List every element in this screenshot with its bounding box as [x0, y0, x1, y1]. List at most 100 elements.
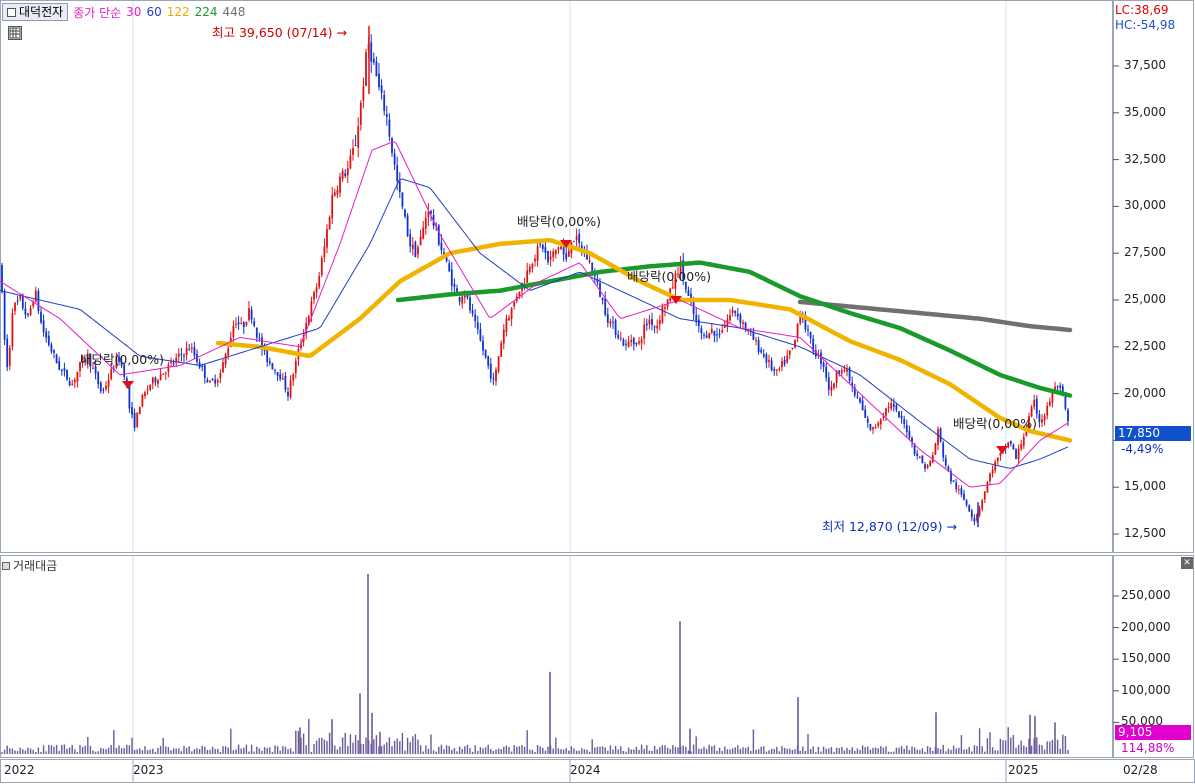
candle-body: [1007, 442, 1010, 448]
candle-body: [957, 489, 960, 491]
candle-body: [968, 505, 971, 512]
table-view-icon[interactable]: [8, 26, 22, 40]
candle-body: [248, 308, 250, 320]
candle-body: [289, 380, 292, 398]
ma-30-label[interactable]: 30: [126, 5, 141, 19]
candle-body: [1035, 398, 1038, 414]
candle-body: [237, 322, 240, 325]
candle-body: [411, 244, 414, 250]
candle-body: [201, 365, 204, 367]
candle-body: [744, 322, 747, 330]
candle-body: [729, 315, 731, 321]
candle-body: [417, 247, 419, 255]
candle-body: [63, 368, 66, 371]
candle-body: [554, 249, 557, 255]
candle-body: [1038, 414, 1041, 423]
candle-body: [99, 382, 102, 392]
close-icon[interactable]: ✕: [1181, 557, 1193, 569]
ex-dividend-note-2: 배당락(0,00%): [517, 214, 601, 229]
candle-body: [172, 362, 175, 364]
candle-body: [544, 247, 547, 253]
x-label-2024: 2024: [570, 763, 601, 777]
candle-body: [664, 307, 666, 309]
stock-selector[interactable]: 대덕전자: [2, 3, 69, 21]
candle-body: [461, 296, 464, 304]
candle-body: [3, 290, 6, 340]
candle-body: [856, 396, 859, 398]
candle-body: [110, 368, 113, 380]
candle-body: [154, 377, 157, 383]
candle-body: [627, 341, 630, 347]
candle-body: [885, 408, 887, 416]
ma-122-label[interactable]: 122: [167, 5, 190, 19]
volume-tick-label: 200,000: [1121, 619, 1171, 634]
ex-dividend-note-1: 배당락(0,00%): [80, 352, 164, 367]
candle-body: [190, 347, 193, 349]
candle-body: [34, 290, 37, 302]
candle-body: [141, 394, 144, 407]
candle-body: [157, 380, 159, 384]
price-tick-label: 35,000: [1124, 104, 1166, 119]
candle-body: [606, 314, 609, 323]
candle-body: [53, 350, 55, 353]
candle-body: [495, 369, 497, 382]
candle-body: [469, 297, 471, 311]
candle-body: [372, 59, 375, 63]
candle-body: [250, 309, 253, 320]
candle-body: [102, 389, 105, 391]
candle-body: [240, 323, 243, 325]
candle-body: [274, 369, 276, 371]
candle-body: [284, 375, 287, 390]
candle-body: [703, 334, 705, 336]
volume-value-tag: 9,105: [1115, 725, 1191, 740]
candle-body: [318, 276, 321, 288]
candle-body: [770, 360, 773, 371]
candle-body: [892, 403, 895, 407]
ma-224-label[interactable]: 224: [195, 5, 218, 19]
candle-body: [224, 354, 227, 365]
candle-body: [489, 363, 492, 379]
candle-body: [710, 329, 713, 333]
candle-body: [479, 329, 482, 341]
candle-body: [1046, 405, 1049, 416]
candle-body: [271, 363, 274, 370]
candle-body: [393, 153, 396, 165]
candle-body: [601, 297, 604, 301]
candle-body: [903, 419, 906, 424]
candle-body: [440, 242, 443, 251]
candle-body: [253, 321, 256, 326]
candle-body: [19, 296, 22, 299]
candle-body: [216, 380, 219, 383]
candle-body: [133, 412, 136, 428]
candle-body: [474, 314, 477, 322]
candle-body: [380, 85, 383, 93]
candle-body: [929, 460, 932, 467]
stock-menu-icon: [7, 7, 16, 17]
candle-body: [895, 405, 898, 410]
candle-body: [731, 309, 734, 313]
candle-body: [8, 347, 11, 366]
candle-body: [825, 366, 828, 378]
candle-body: [375, 61, 378, 77]
candle-body: [1048, 401, 1051, 406]
candle-body: [349, 155, 352, 169]
stock-chart[interactable]: [0, 0, 1195, 784]
candle-body: [180, 354, 183, 356]
volume-menu-icon[interactable]: [2, 561, 10, 570]
chart-legend: 대덕전자 종가 단순 30 60 122 224 448: [2, 3, 245, 21]
candle-body: [391, 137, 393, 154]
candle-body: [898, 411, 900, 418]
candle-body: [211, 379, 214, 381]
candle-body: [344, 173, 347, 177]
candle-body: [398, 181, 401, 192]
ma-60-label[interactable]: 60: [146, 5, 161, 19]
x-label-2025: 2025: [1008, 763, 1039, 777]
candle-body: [450, 269, 453, 286]
candle-body: [783, 359, 786, 365]
candle-body: [266, 349, 269, 363]
x-label-2022: 2022: [4, 763, 35, 777]
candle-body: [362, 86, 365, 101]
ma-448-label[interactable]: 448: [223, 5, 246, 19]
candle-body: [401, 192, 404, 207]
candle-body: [900, 415, 903, 419]
